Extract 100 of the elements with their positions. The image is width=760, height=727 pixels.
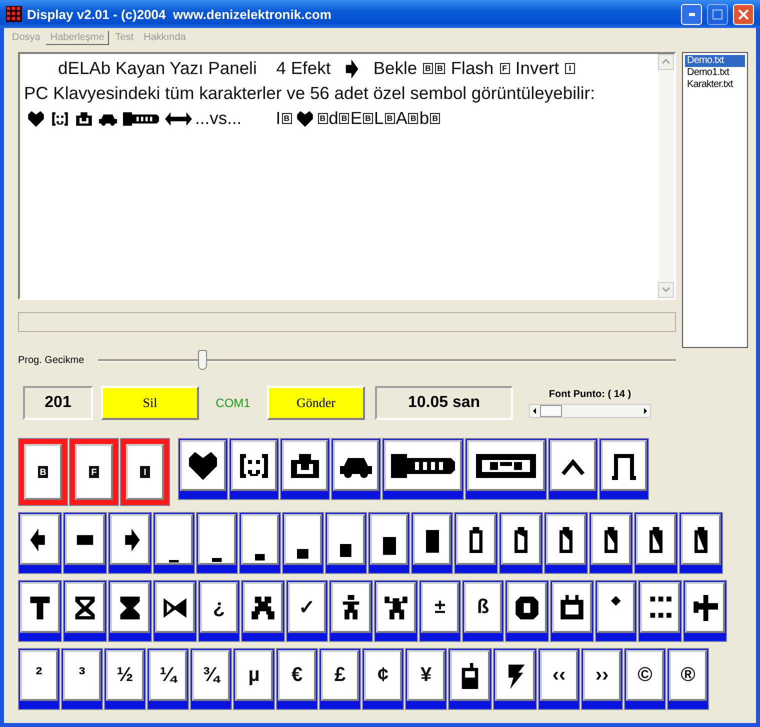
- clear-button[interactable]: Sil: [101, 386, 199, 420]
- symbol-button[interactable]: [411, 512, 453, 574]
- symbol-button[interactable]: [108, 580, 152, 642]
- editor-text: A: [396, 107, 408, 130]
- counter-display: 201: [23, 386, 93, 420]
- symbol-button[interactable]: [153, 580, 197, 642]
- symbol-button[interactable]: [282, 512, 324, 574]
- symbol-button[interactable]: ‹‹: [538, 648, 580, 710]
- symbol-button[interactable]: [448, 648, 492, 710]
- editor-text: L: [374, 107, 384, 130]
- maximize-icon: [712, 8, 723, 20]
- plane-icon: [692, 594, 718, 620]
- symbol-button[interactable]: ß: [462, 580, 504, 642]
- symbol-button[interactable]: [63, 512, 107, 574]
- symbol-button[interactable]: ©: [624, 648, 666, 710]
- symbol-button[interactable]: ¥: [405, 648, 447, 710]
- symbol-button[interactable]: [329, 580, 373, 642]
- symbol-button[interactable]: €: [276, 648, 318, 710]
- symbol-button[interactable]: ±: [419, 580, 461, 642]
- minimize-icon: [688, 12, 694, 16]
- editor-text: dELAb Kayan Yazı Paneli 4 Efekt: [57, 57, 332, 80]
- editor-text: d: [328, 107, 338, 130]
- font-size-scrollbar[interactable]: [529, 404, 651, 418]
- editor-text: Invert: [514, 57, 560, 80]
- symbol-button[interactable]: [368, 512, 410, 574]
- code-mark: B: [423, 63, 433, 74]
- symbol-button[interactable]: [280, 438, 330, 500]
- plug-icon: [123, 110, 159, 128]
- close-icon: [738, 8, 749, 20]
- symbol-button[interactable]: [241, 580, 285, 642]
- editor-text: E: [350, 107, 362, 130]
- symbol-button[interactable]: [325, 512, 367, 574]
- bar-icon: [340, 544, 352, 558]
- symbol-button[interactable]: [178, 438, 228, 500]
- symbol-button[interactable]: ²: [18, 648, 60, 710]
- file-item[interactable]: Demo1.txt: [685, 67, 745, 79]
- symbol-button[interactable]: ¿: [198, 580, 240, 642]
- symbol-button[interactable]: [544, 512, 588, 574]
- symbol-button[interactable]: [454, 512, 498, 574]
- symbol-button[interactable]: [599, 438, 649, 500]
- bar-icon: [255, 554, 265, 561]
- symbol-button[interactable]: £: [319, 648, 361, 710]
- symbol-button[interactable]: ½: [104, 648, 146, 710]
- symbol-button[interactable]: [505, 580, 549, 642]
- symbol-button[interactable]: [229, 438, 279, 500]
- symbol-button[interactable]: [374, 580, 418, 642]
- bar-icon: [169, 560, 179, 563]
- effect-button[interactable]: I: [120, 438, 170, 506]
- symbol-button[interactable]: [589, 512, 633, 574]
- symbol-button[interactable]: [493, 648, 537, 710]
- symbol-button[interactable]: ³: [61, 648, 103, 710]
- file-item[interactable]: Demo.txt: [685, 55, 745, 67]
- effect-button[interactable]: F: [69, 438, 119, 506]
- symbol-button[interactable]: ®: [667, 648, 709, 710]
- code-mark: B: [384, 113, 395, 124]
- symbol-button[interactable]: [63, 580, 107, 642]
- symbol-button[interactable]: ¢: [362, 648, 404, 710]
- code-mark: B: [435, 63, 445, 74]
- file-item[interactable]: Karakter.txt: [685, 79, 745, 91]
- symbol-button[interactable]: [465, 438, 547, 500]
- code-mark: B: [339, 113, 350, 124]
- symbol-button[interactable]: ✓: [286, 580, 328, 642]
- symbol-button[interactable]: ¼: [147, 648, 189, 710]
- symbol-button[interactable]: [108, 512, 152, 574]
- symbol-button[interactable]: ¾: [190, 648, 232, 710]
- symbol-button[interactable]: [153, 512, 195, 574]
- app-logo-icon: [6, 6, 22, 22]
- symbol-button[interactable]: [196, 512, 238, 574]
- symbol-button[interactable]: [548, 438, 598, 500]
- symbol-button[interactable]: [595, 580, 637, 642]
- editor-text: PC Klavyesindeki tüm karakterler ve 56 adet özel sembol görüntüleyebilir:: [24, 82, 595, 105]
- ring-icon: [514, 594, 540, 620]
- double-arrow-icon: [165, 110, 192, 128]
- bar-icon: [212, 558, 222, 562]
- symbol-button[interactable]: [550, 580, 594, 642]
- symbol-button[interactable]: [331, 438, 381, 500]
- symbol-button[interactable]: [638, 580, 682, 642]
- symbol-button[interactable]: [18, 580, 62, 642]
- symbol-button[interactable]: [683, 580, 727, 642]
- scrollbar-thumb[interactable]: [540, 404, 562, 416]
- symbol-button[interactable]: [679, 512, 723, 574]
- symbol-button[interactable]: [634, 512, 678, 574]
- symbol-button[interactable]: [18, 512, 62, 574]
- slider-thumb[interactable]: [198, 350, 208, 370]
- editor-text: ...vs... I: [195, 107, 281, 130]
- maximize-button[interactable]: [707, 4, 728, 24]
- heart-icon: [27, 110, 45, 128]
- font-size-label: Font Punto: ( 14 ): [548, 388, 632, 400]
- face-icon: [51, 110, 69, 128]
- symbol-button[interactable]: [239, 512, 281, 574]
- effect-button[interactable]: B: [18, 438, 68, 506]
- symbol-button[interactable]: ››: [581, 648, 623, 710]
- symbol-button[interactable]: µ: [233, 648, 275, 710]
- minimize-button[interactable]: [681, 4, 702, 24]
- send-button[interactable]: Gönder: [267, 386, 365, 420]
- robot-icon: [75, 110, 93, 128]
- symbol-button[interactable]: [382, 438, 464, 500]
- editor-text: b: [419, 107, 430, 130]
- symbol-button[interactable]: [499, 512, 543, 574]
- close-button[interactable]: [733, 4, 754, 24]
